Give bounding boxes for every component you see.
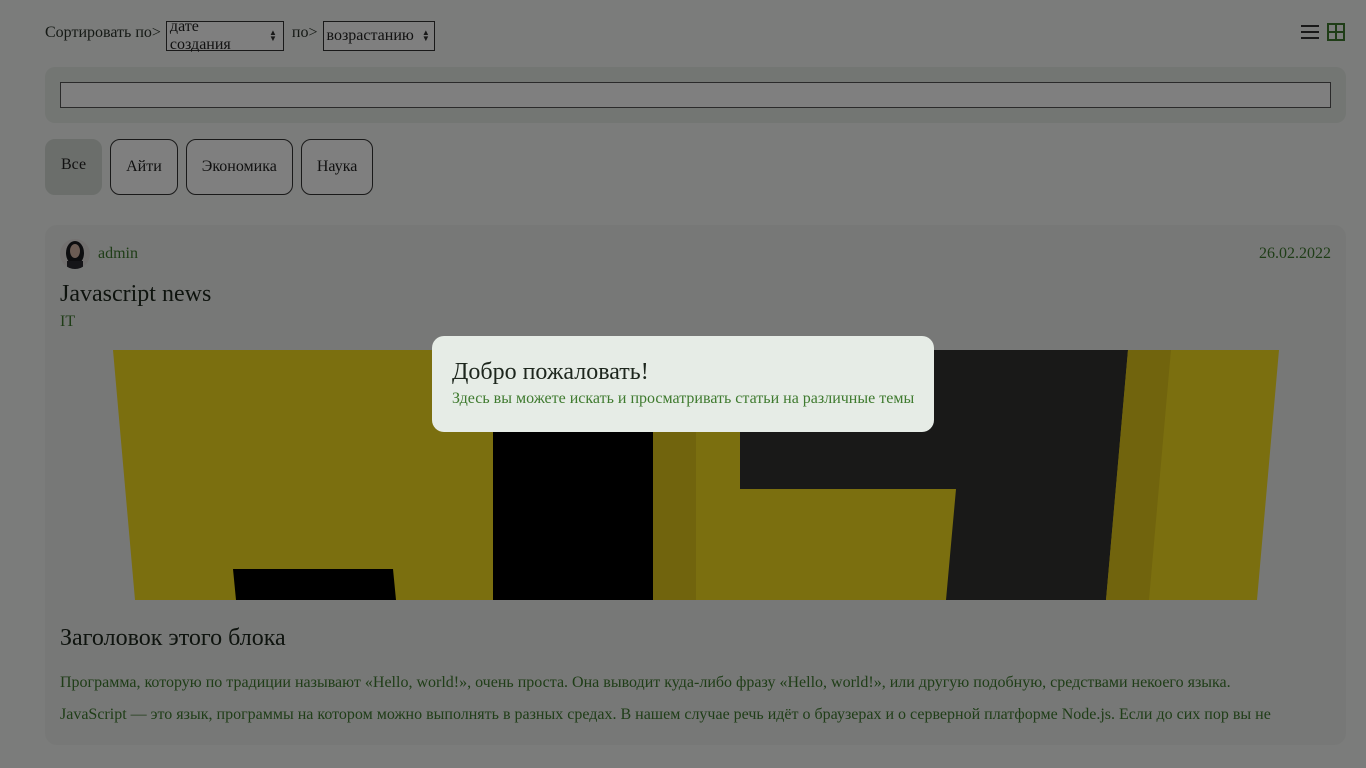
welcome-modal: Добро пожаловать! Здесь вы можете искать… (432, 336, 934, 432)
modal-text: Здесь вы можете искать и просматривать с… (452, 390, 915, 407)
modal-title: Добро пожаловать! (452, 359, 649, 385)
